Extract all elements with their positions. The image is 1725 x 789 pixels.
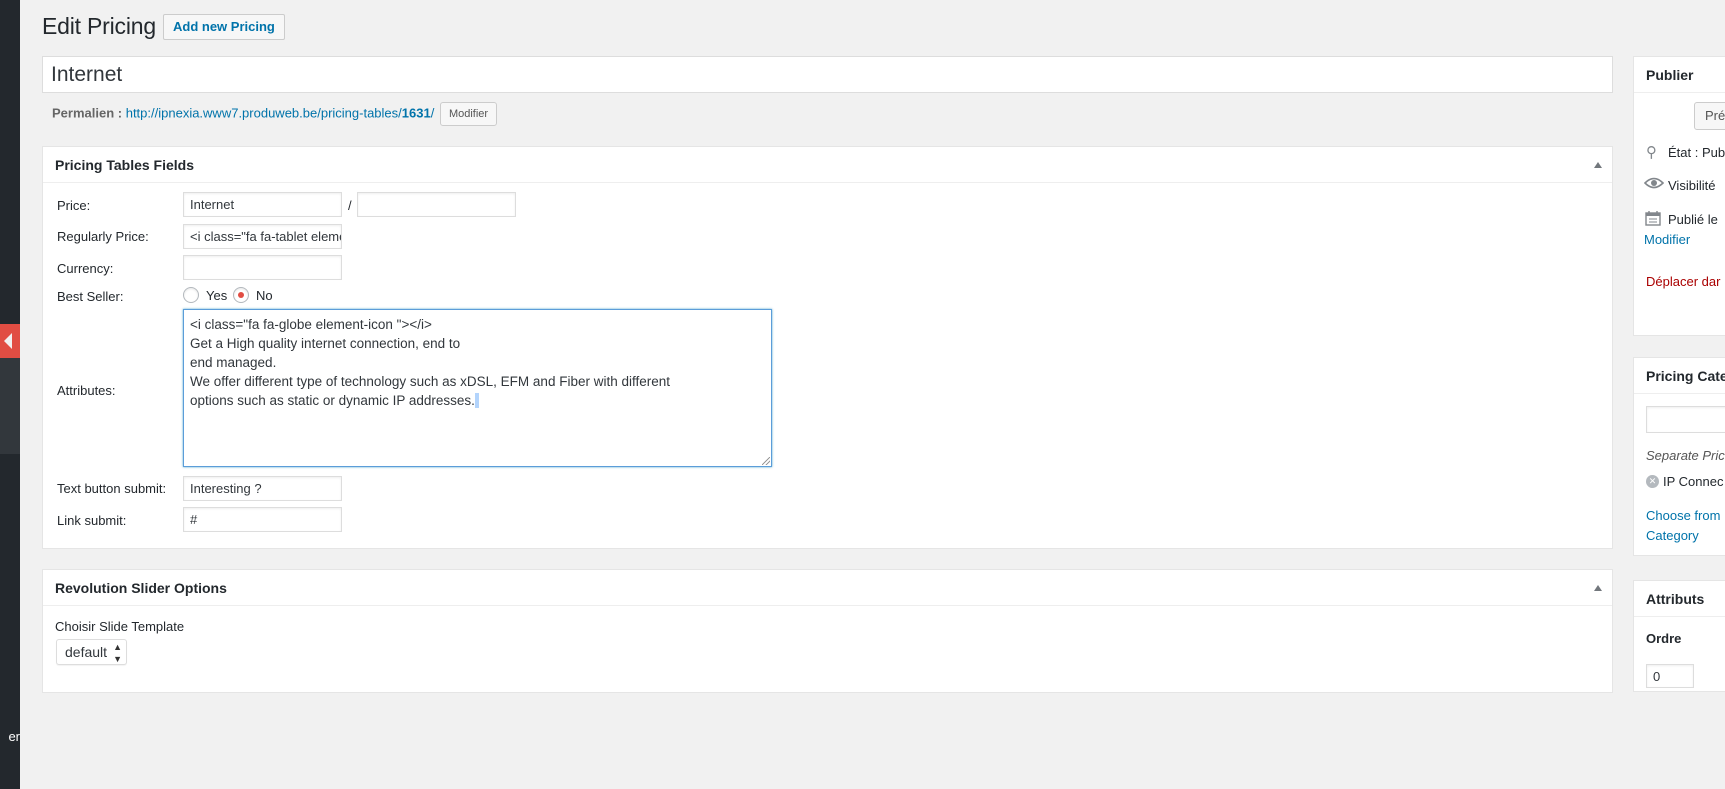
collapse-toggle-icon[interactable]: [1594, 585, 1602, 591]
permalink-trailing: /: [430, 105, 435, 121]
permalink-base: http://ipnexia.www7.produweb.be/pricing-…: [125, 105, 402, 121]
attributes-line-text: options such as static or dynamic IP add…: [190, 393, 475, 408]
best-seller-no-radio[interactable]: [233, 287, 249, 303]
post-title-input[interactable]: Internet: [42, 56, 1613, 93]
date-modify-link[interactable]: Modifier: [1644, 232, 1690, 247]
price-separator: /: [348, 198, 352, 213]
add-new-pricing-button[interactable]: Add new Pricing: [163, 14, 285, 40]
select-arrows-icon: ▲ ▼: [113, 642, 122, 664]
slide-template-label: Choisir Slide Template: [55, 619, 185, 634]
tag-label: IP Connec: [1663, 474, 1724, 489]
preview-button[interactable]: Pré: [1694, 102, 1725, 130]
attributes-line: <i class="fa fa-globe element-icon "></i…: [190, 317, 432, 332]
admin-menu-active-item[interactable]: [0, 324, 20, 358]
publish-box-title[interactable]: Publier: [1634, 57, 1725, 93]
slide-template-select[interactable]: default ▲ ▼: [56, 639, 127, 665]
move-to-trash-link[interactable]: Déplacer dar: [1646, 274, 1720, 289]
publish-box: Publier Pré ⚲ État : Pub Visibilité Publ…: [1633, 56, 1725, 336]
pricing-tables-fields-title: Pricing Tables Fields: [55, 157, 195, 173]
text-button-submit-input[interactable]: Interesting ?: [183, 476, 342, 501]
published-label: Publié le: [1668, 212, 1718, 227]
page-title: Edit Pricing: [42, 13, 156, 39]
link-submit-label: Link submit:: [57, 513, 127, 528]
admin-submenu: [0, 357, 20, 454]
attributes-label: Attributes:: [57, 383, 116, 398]
pin-icon: ⚲: [1646, 144, 1657, 161]
admin-menu-label-fragment[interactable]: er: [0, 729, 20, 744]
permalink-modify-button[interactable]: Modifier: [439, 102, 498, 126]
best-seller-yes-label[interactable]: Yes: [206, 288, 227, 303]
resize-handle-icon[interactable]: [762, 457, 770, 465]
attributs-title[interactable]: Attributs: [1634, 581, 1725, 617]
visibility-label: Visibilité: [1668, 178, 1716, 193]
permalink-link[interactable]: http://ipnexia.www7.produweb.be/pricing-…: [126, 105, 435, 120]
calendar-icon: [1645, 210, 1661, 229]
price-label: Price:: [57, 198, 91, 213]
currency-input[interactable]: [183, 255, 342, 280]
price-input[interactable]: Internet: [183, 192, 342, 217]
text-button-submit-label: Text button submit:: [57, 481, 167, 496]
remove-tag-icon[interactable]: ✕: [1646, 475, 1659, 488]
pricing-category-title[interactable]: Pricing Cate: [1634, 358, 1725, 394]
price-period-input[interactable]: [357, 192, 516, 217]
slide-template-value: default: [65, 644, 108, 660]
attributes-line: Get a High quality internet connection, …: [190, 336, 461, 351]
status-label: État : Pub: [1668, 145, 1725, 160]
revolution-slider-header[interactable]: Revolution Slider Options: [43, 570, 1612, 606]
order-input[interactable]: 0: [1646, 664, 1694, 688]
attributes-textarea[interactable]: <i class="fa fa-globe element-icon "></i…: [183, 309, 772, 467]
permalink-row: Permalien : http://ipnexia.www7.produweb…: [52, 102, 498, 126]
link-submit-input[interactable]: #: [183, 507, 342, 532]
eye-icon: [1643, 176, 1665, 193]
attributes-line: options such as static or dynamic IP add…: [190, 391, 765, 410]
attributs-box: Attributs Ordre 0: [1633, 580, 1725, 692]
pricing-tables-fields-header[interactable]: Pricing Tables Fields: [43, 147, 1612, 183]
revolution-slider-options-box: Revolution Slider Options: [42, 569, 1613, 693]
regular-price-label: Regularly Price:: [57, 229, 149, 244]
best-seller-label: Best Seller:: [57, 289, 124, 304]
pricing-category-input[interactable]: [1646, 406, 1725, 433]
admin-sidebar: er: [0, 0, 20, 789]
choose-from-link-line2[interactable]: Category: [1646, 528, 1699, 543]
order-label: Ordre: [1646, 631, 1682, 646]
revolution-slider-title: Revolution Slider Options: [55, 580, 227, 596]
collapse-toggle-icon[interactable]: [1594, 162, 1602, 168]
attributes-line: end managed.: [190, 355, 277, 370]
currency-label: Currency:: [57, 261, 114, 276]
best-seller-yes-radio[interactable]: [183, 287, 199, 303]
permalink-slug: 1631: [401, 105, 431, 121]
choose-from-link-line1[interactable]: Choose from: [1646, 508, 1720, 523]
text-cursor: [474, 393, 479, 408]
separate-hint: Separate Pric: [1646, 448, 1725, 463]
regular-price-input[interactable]: <i class="fa fa-tablet element-icon"></i…: [183, 224, 342, 249]
permalink-label: Permalien :: [52, 105, 123, 121]
pricing-category-box: Pricing Cate Separate Pric ✕ IP Connec C…: [1633, 357, 1725, 556]
attributes-line: We offer different type of technology su…: [190, 374, 671, 389]
best-seller-no-label[interactable]: No: [256, 288, 273, 303]
active-menu-pointer: [4, 333, 12, 349]
